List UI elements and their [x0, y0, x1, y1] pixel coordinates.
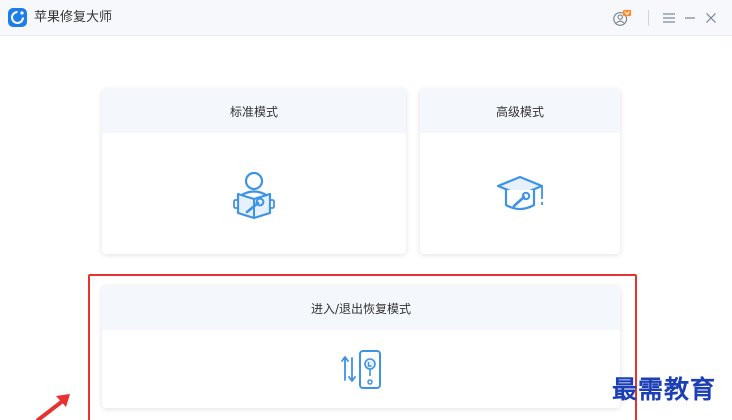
- graduation-cap-icon: [496, 175, 546, 219]
- close-icon[interactable]: [701, 8, 721, 28]
- app-window: 苹果修复大师 标准模式 高级模式 进入/退出恢复模式 最需教育: [0, 0, 732, 420]
- standard-mode-label: 标准模式: [102, 89, 406, 133]
- minimize-icon[interactable]: [680, 8, 700, 28]
- annotation-arrow-icon: [30, 392, 74, 420]
- titlebar-separator: [648, 10, 649, 26]
- app-title: 苹果修复大师: [34, 10, 113, 25]
- menu-icon[interactable]: [659, 8, 679, 28]
- app-logo-icon: [8, 8, 27, 27]
- advanced-mode-card[interactable]: 高级模式: [420, 89, 620, 254]
- advanced-mode-label: 高级模式: [420, 89, 620, 133]
- user-vip-icon[interactable]: [612, 8, 632, 28]
- standard-mode-card[interactable]: 标准模式: [102, 89, 406, 254]
- watermark-text: 最需教育: [612, 375, 717, 404]
- title-bar: 苹果修复大师: [0, 0, 732, 36]
- person-repair-icon: [232, 170, 276, 224]
- highlight-annotation-box: [88, 274, 637, 420]
